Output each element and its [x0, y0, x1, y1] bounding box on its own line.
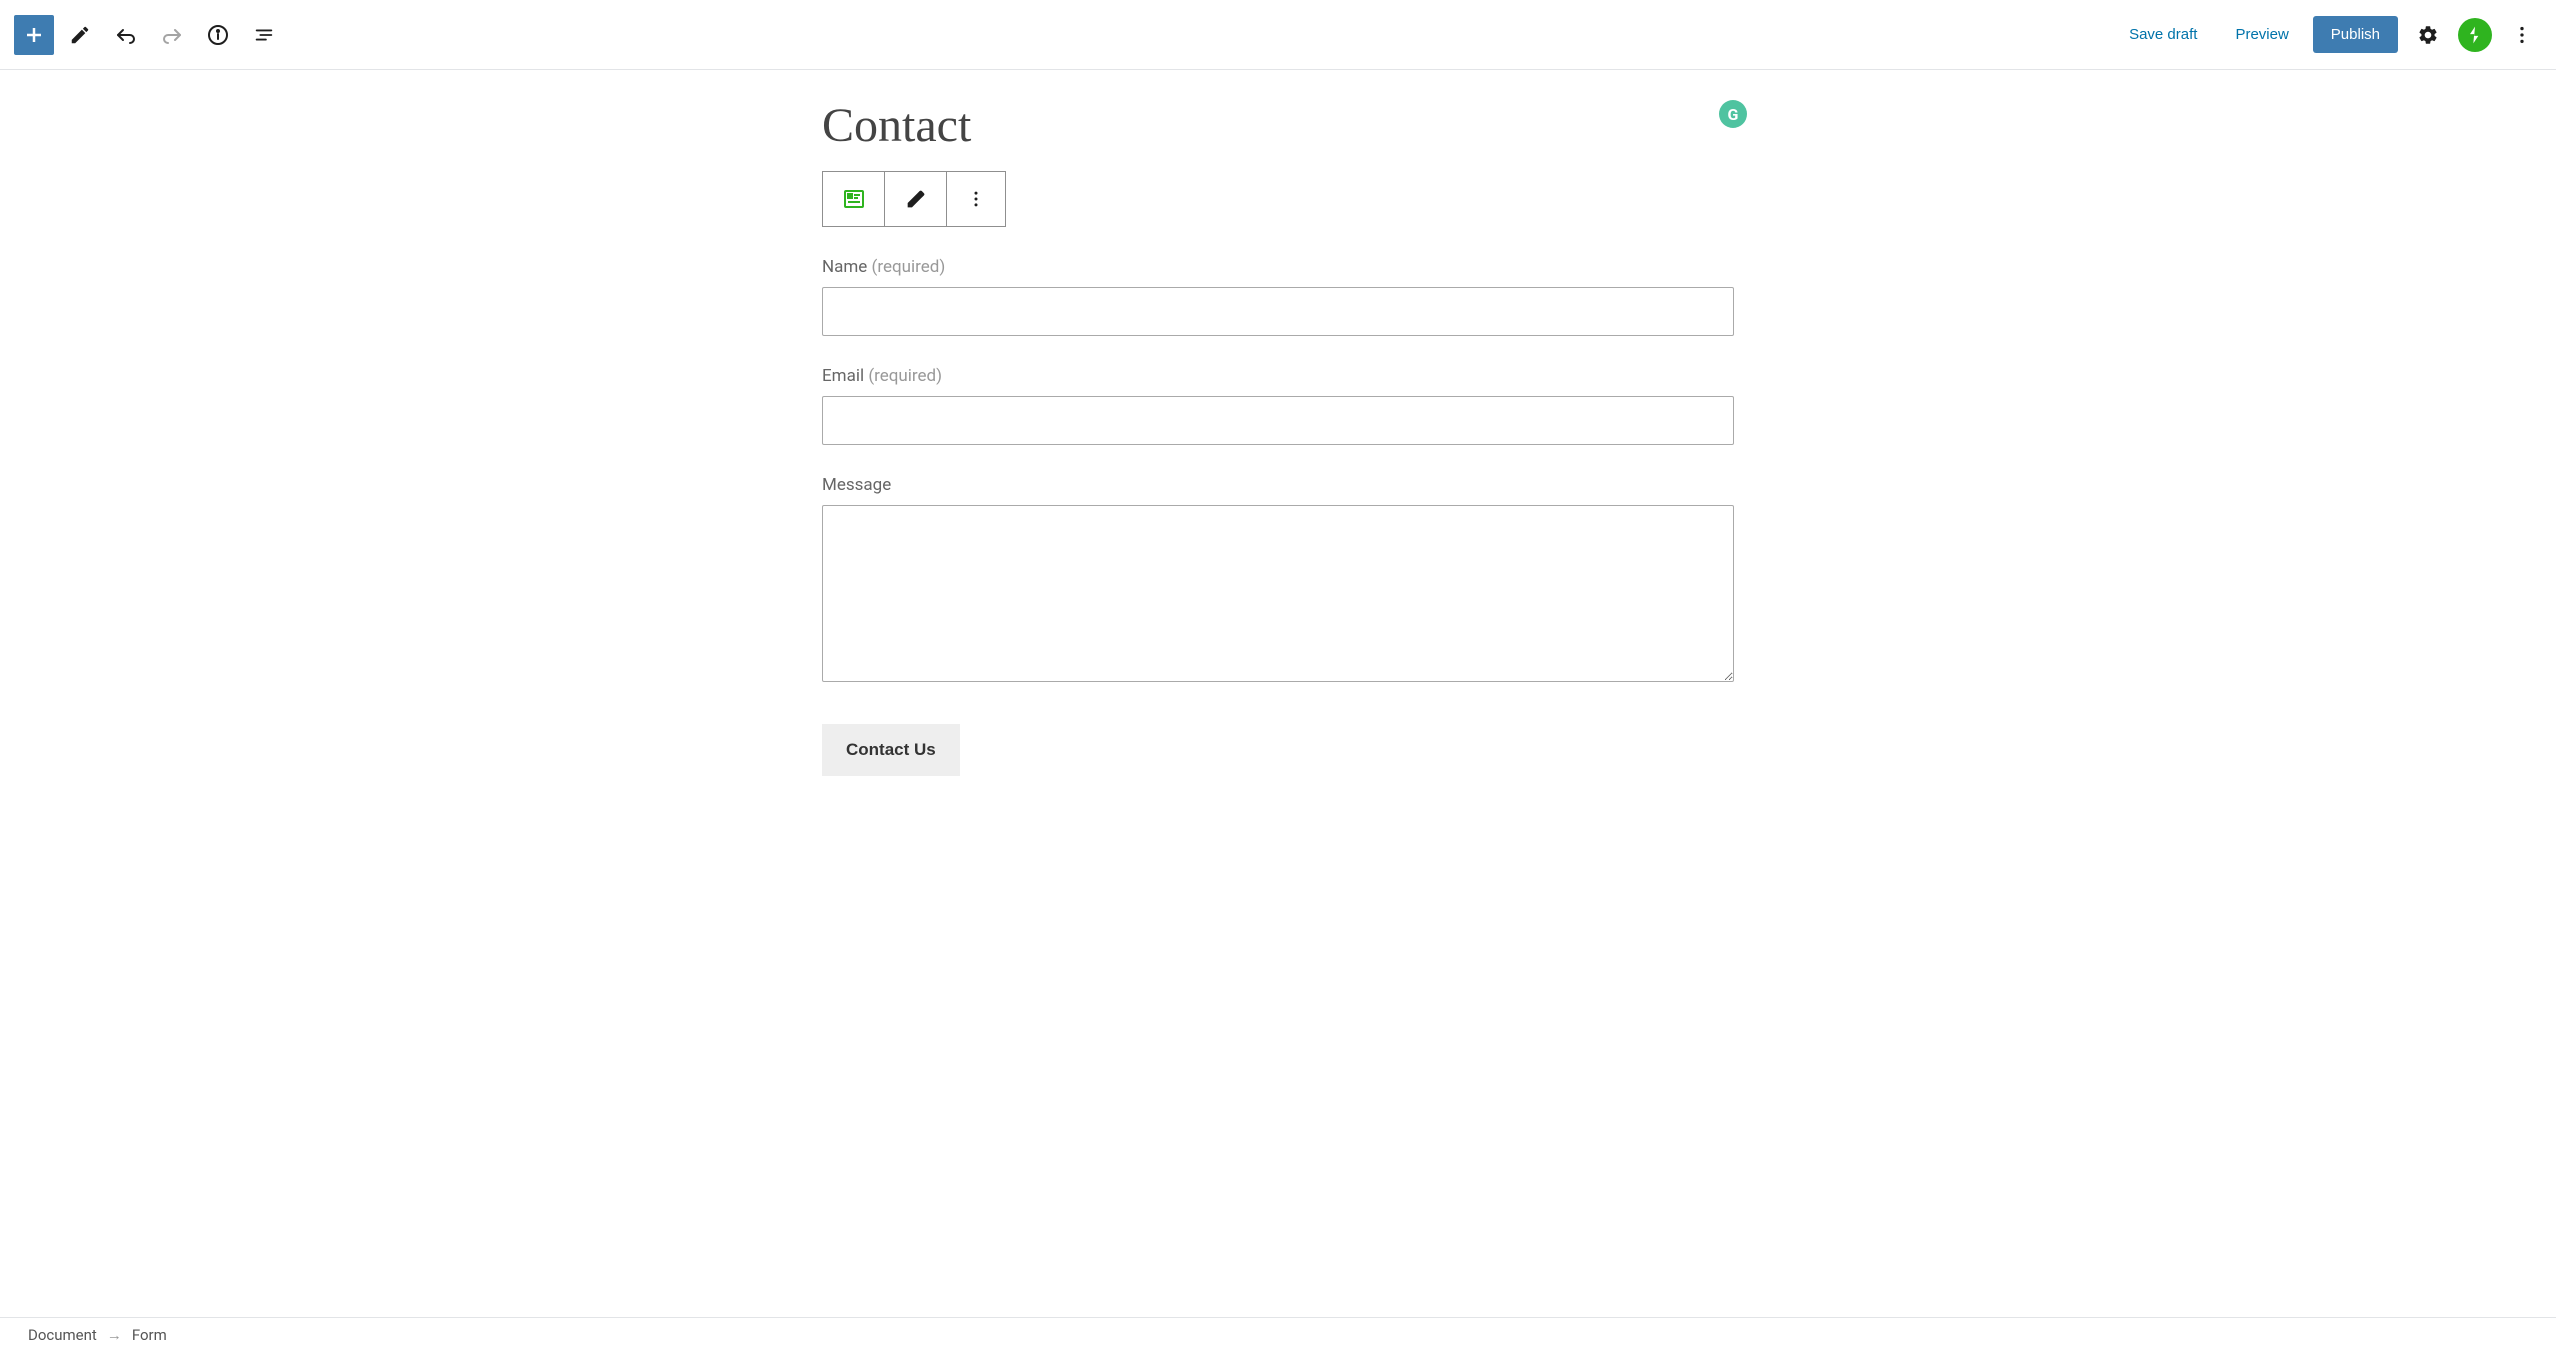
- top-toolbar: Save draft Preview Publish: [0, 0, 2556, 70]
- add-block-button[interactable]: [14, 15, 54, 55]
- form-field-message: Message: [822, 475, 1734, 686]
- form-field-email: Email (required): [822, 366, 1734, 445]
- name-input[interactable]: [822, 287, 1734, 336]
- name-label-text: Name: [822, 257, 867, 277]
- breadcrumb-root[interactable]: Document: [28, 1326, 97, 1344]
- more-vertical-icon: [966, 189, 986, 209]
- block-edit-button[interactable]: [885, 172, 947, 226]
- plus-icon: [22, 23, 46, 47]
- message-textarea[interactable]: [822, 505, 1734, 682]
- message-label: Message: [822, 475, 1734, 495]
- redo-button[interactable]: [152, 15, 192, 55]
- name-label: Name (required): [822, 257, 1734, 277]
- block-toolbar: [822, 171, 1006, 227]
- toolbar-right: Save draft Preview Publish: [2115, 15, 2542, 55]
- redo-icon: [160, 23, 184, 47]
- toolbar-left: [14, 15, 284, 55]
- edit-mode-button[interactable]: [60, 15, 100, 55]
- arrow-right-icon: →: [107, 1326, 122, 1344]
- email-required-text: (required): [868, 366, 942, 386]
- info-icon: [206, 23, 230, 47]
- form-field-name: Name (required): [822, 257, 1734, 336]
- jetpack-icon: [2465, 25, 2485, 45]
- gear-icon: [2417, 24, 2439, 46]
- email-label: Email (required): [822, 366, 1734, 386]
- settings-button[interactable]: [2408, 15, 2448, 55]
- form-block-icon: [842, 187, 866, 211]
- outline-icon: [253, 24, 275, 46]
- email-input[interactable]: [822, 396, 1734, 445]
- publish-button[interactable]: Publish: [2313, 16, 2398, 53]
- jetpack-button[interactable]: [2458, 18, 2492, 52]
- grammarly-badge[interactable]: G: [1719, 100, 1747, 128]
- pencil-icon: [906, 189, 926, 209]
- info-button[interactable]: [198, 15, 238, 55]
- pencil-icon: [69, 24, 91, 46]
- breadcrumb-current[interactable]: Form: [132, 1326, 167, 1344]
- more-vertical-icon: [2511, 24, 2533, 46]
- name-required-text: (required): [872, 257, 946, 277]
- preview-button[interactable]: Preview: [2221, 16, 2302, 53]
- save-draft-button[interactable]: Save draft: [2115, 16, 2211, 53]
- outline-button[interactable]: [244, 15, 284, 55]
- breadcrumb: Document → Form: [0, 1317, 2556, 1352]
- submit-button[interactable]: Contact Us: [822, 724, 960, 776]
- more-menu-button[interactable]: [2502, 15, 2542, 55]
- undo-icon: [114, 23, 138, 47]
- page-title[interactable]: Contact: [822, 98, 1734, 153]
- block-type-button[interactable]: [823, 172, 885, 226]
- message-label-text: Message: [822, 475, 891, 495]
- undo-button[interactable]: [106, 15, 146, 55]
- block-more-button[interactable]: [947, 172, 1005, 226]
- editor-content: Contact G Name (required) Email (require…: [822, 70, 1734, 776]
- email-label-text: Email: [822, 366, 864, 386]
